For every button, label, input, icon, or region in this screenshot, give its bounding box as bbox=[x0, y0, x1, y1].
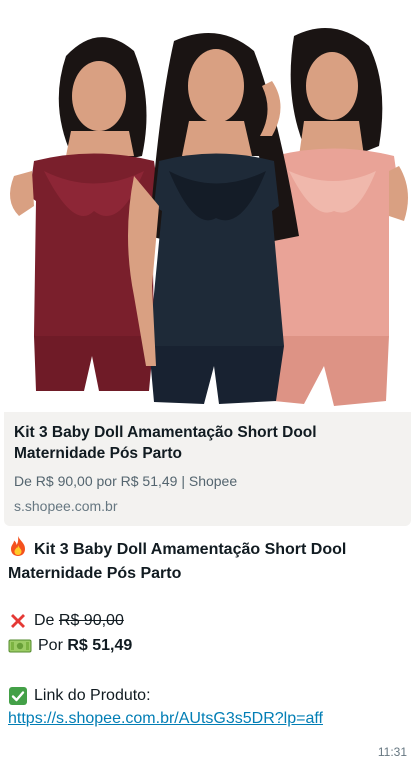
cross-mark-icon bbox=[8, 611, 28, 631]
product-link-label: Link do Produto: bbox=[34, 687, 151, 704]
message-bubble: Kit 3 Baby Doll Amamentação Short Dool M… bbox=[0, 0, 417, 766]
preview-domain: s.shopee.com.br bbox=[14, 498, 118, 514]
link-preview-card[interactable]: Kit 3 Baby Doll Amamentação Short Dool M… bbox=[4, 412, 411, 526]
message-title-text: Kit 3 Baby Doll Amamentação Short Dool M… bbox=[8, 541, 347, 582]
new-price-row: Por R$ 51,49 bbox=[8, 634, 132, 658]
old-price: R$ 90,00 bbox=[58, 612, 124, 629]
preview-description: De R$ 90,00 por R$ 51,49 | Shopee bbox=[14, 473, 238, 489]
message-title: Kit 3 Baby Doll Amamentação Short Dool M… bbox=[8, 535, 408, 586]
new-price-label: Por bbox=[38, 637, 63, 654]
preview-title: Kit 3 Baby Doll Amamentação Short Dool M… bbox=[14, 424, 317, 462]
new-price: R$ 51,49 bbox=[67, 637, 133, 654]
banknote-icon bbox=[8, 638, 32, 654]
product-link-label-row: Link do Produto: bbox=[8, 684, 151, 708]
message-timestamp: 11:31 bbox=[377, 745, 407, 759]
old-price-label: De bbox=[34, 612, 55, 629]
product-image[interactable] bbox=[4, 6, 411, 412]
check-mark-icon bbox=[8, 686, 28, 706]
old-price-row: De R$ 90,00 bbox=[8, 609, 124, 633]
fire-icon bbox=[8, 535, 28, 557]
product-link[interactable]: https://s.shopee.com.br/AUtsG3s5DR?lp=af… bbox=[8, 710, 323, 728]
